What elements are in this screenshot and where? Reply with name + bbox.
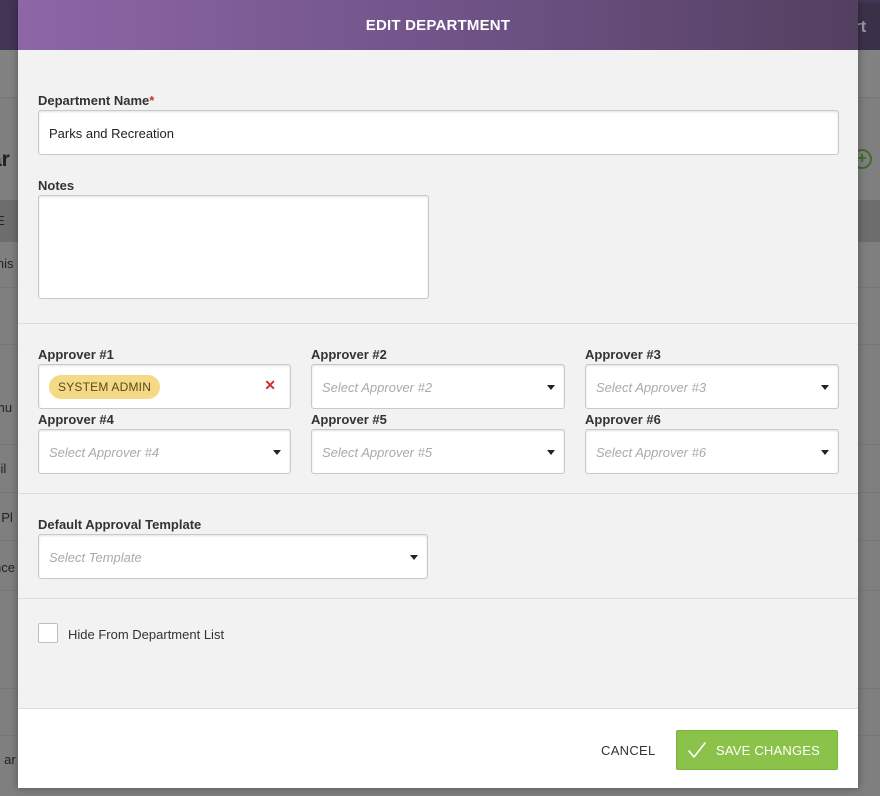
checkmark-icon <box>688 742 706 758</box>
default-template-select[interactable]: Select Template <box>38 534 428 579</box>
department-name-label-text: Department Name <box>38 93 150 108</box>
required-mark: * <box>149 93 155 108</box>
cancel-button[interactable]: CANCEL <box>601 743 656 758</box>
template-placeholder: Select Template <box>49 550 142 565</box>
approver-2-placeholder: Select Approver #2 <box>322 380 433 395</box>
approver-4-placeholder: Select Approver #4 <box>49 445 160 460</box>
chevron-down-icon <box>410 555 418 560</box>
chevron-down-icon <box>821 385 829 390</box>
background-heading-fragment: ar <box>0 148 10 171</box>
background-row-fragment: s <box>0 704 1 719</box>
selected-approver-chip: SYSTEM ADMIN <box>49 375 161 399</box>
approver-5-placeholder: Select Approver #5 <box>322 445 433 460</box>
background-row-fragment: cil <box>0 461 7 476</box>
clear-selection-icon[interactable]: ✕ <box>264 378 276 392</box>
background-row-fragment: nce <box>0 560 15 575</box>
approver-1-select[interactable]: SYSTEM ADMIN ✕ <box>38 364 291 409</box>
section-divider <box>18 493 858 494</box>
default-template-label: Default Approval Template <box>38 517 202 532</box>
notes-label: Notes <box>38 178 75 193</box>
background-column-header-fragment: E <box>0 213 5 228</box>
section-divider <box>18 323 858 324</box>
approver-2-label: Approver #2 <box>311 347 387 362</box>
section-divider <box>18 598 858 599</box>
approver-3-select[interactable]: Select Approver #3 <box>585 364 839 409</box>
background-tab-fragment: gs <box>0 73 1 89</box>
approver-3-label: Approver #3 <box>585 347 661 362</box>
hide-from-list-checkbox[interactable] <box>38 623 58 643</box>
approver-6-placeholder: Select Approver #6 <box>596 445 707 460</box>
background-row-fragment: s ar <box>0 752 16 767</box>
department-name-value: Parks and Recreation <box>49 126 175 141</box>
save-changes-button[interactable]: SAVE CHANGES <box>676 730 838 770</box>
modal-header: EDIT DEPARTMENT <box>18 0 858 50</box>
background-row-fragment: inis <box>0 256 14 271</box>
modal-footer: CANCEL SAVE CHANGES <box>18 708 858 788</box>
approver-4-select[interactable]: Select Approver #4 <box>38 429 291 474</box>
approver-5-label: Approver #5 <box>311 412 387 427</box>
approver-2-select[interactable]: Select Approver #2 <box>311 364 565 409</box>
notes-textarea[interactable] <box>38 195 429 299</box>
background-row-fragment: t Pl <box>0 510 13 525</box>
department-name-label: Department Name* <box>38 93 154 108</box>
approver-1-label: Approver #1 <box>38 347 114 362</box>
hide-from-list-label[interactable]: Hide From Department List <box>68 627 224 642</box>
background-row-fragment: mu <box>0 400 13 415</box>
approver-4-label: Approver #4 <box>38 412 114 427</box>
save-changes-label: SAVE CHANGES <box>716 743 821 758</box>
approver-6-select[interactable]: Select Approver #6 <box>585 429 839 474</box>
chevron-down-icon <box>821 450 829 455</box>
chevron-down-icon <box>273 450 281 455</box>
approver-6-label: Approver #6 <box>585 412 661 427</box>
modal-title: EDIT DEPARTMENT <box>365 17 511 34</box>
chevron-down-icon <box>547 385 555 390</box>
approver-5-select[interactable]: Select Approver #5 <box>311 429 565 474</box>
department-name-input[interactable]: Parks and Recreation <box>38 110 839 155</box>
chevron-down-icon <box>547 450 555 455</box>
edit-department-modal: EDIT DEPARTMENT Department Name* Parks a… <box>18 0 858 788</box>
approver-3-placeholder: Select Approver #3 <box>596 380 707 395</box>
